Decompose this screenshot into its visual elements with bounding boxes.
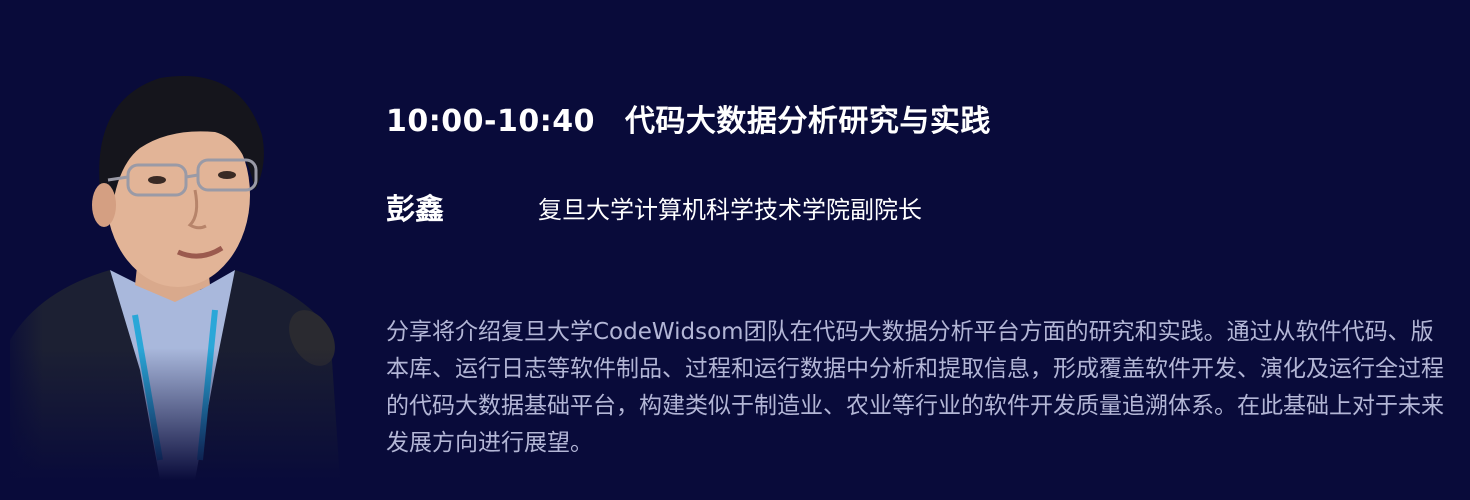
speaker-name: 彭鑫: [386, 192, 445, 226]
session-heading: 10:00-10:40 代码大数据分析研究与实践: [386, 96, 991, 140]
speaker-role: 复旦大学计算机科学技术学院副院长: [538, 196, 922, 224]
speaker-portrait-icon: [0, 40, 360, 480]
session-card: 10:00-10:40 代码大数据分析研究与实践 彭鑫 复旦大学计算机科学技术学院…: [0, 0, 1470, 500]
session-abstract: 分享将介绍复旦大学CodeWidsom团队在代码大数据分析平台方面的研究和实践。…: [386, 319, 1444, 456]
session-title: 代码大数据分析研究与实践: [624, 104, 991, 139]
session-time: 10:00-10:40: [386, 104, 595, 139]
speaker-photo: [0, 40, 360, 480]
